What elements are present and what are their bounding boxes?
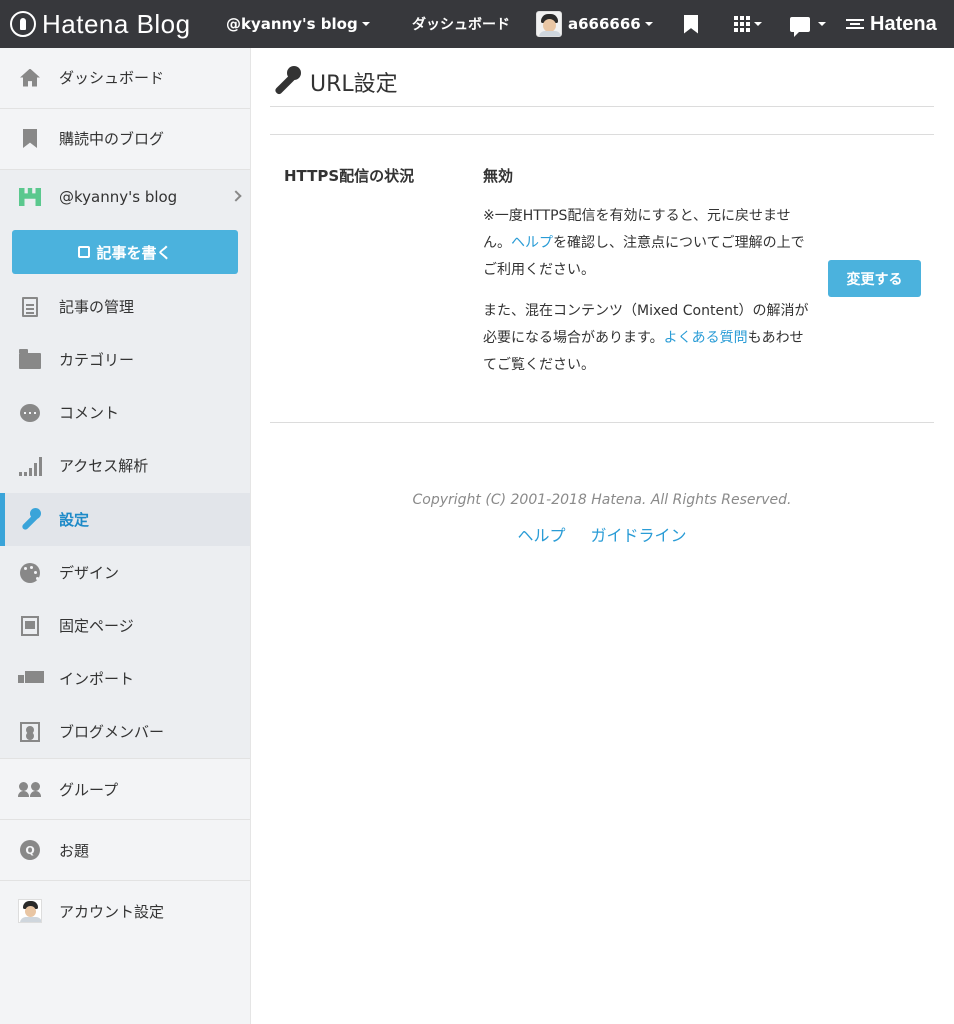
faq-link[interactable]: よくある質問 bbox=[664, 330, 748, 346]
top-navigation-bar: Hatena Blog @kyanny's blog ダッシュボード a6666… bbox=[0, 0, 954, 48]
caret-down-icon bbox=[644, 22, 653, 26]
grid-icon bbox=[734, 16, 750, 32]
comment-icon bbox=[20, 403, 40, 422]
footer-guideline-link[interactable]: ガイドライン bbox=[591, 526, 687, 545]
blog-selector-label: @kyanny's blog bbox=[226, 15, 358, 33]
sidebar-item-blog[interactable]: @kyanny's blog bbox=[0, 170, 250, 224]
active-indicator bbox=[0, 493, 5, 546]
group-icon bbox=[18, 782, 42, 797]
sidebar-item-label: ダッシュボード bbox=[59, 69, 165, 87]
hatena-blog-logo[interactable]: Hatena Blog bbox=[10, 9, 191, 40]
user-avatar bbox=[536, 11, 562, 37]
bookmark-button[interactable] bbox=[684, 0, 698, 48]
folder-icon bbox=[19, 349, 41, 369]
member-card-icon bbox=[20, 721, 40, 742]
blog-selector[interactable]: @kyanny's blog bbox=[226, 0, 370, 48]
hatena-label: Hatena bbox=[870, 12, 937, 35]
sidebar-item-label: 記事の管理 bbox=[59, 298, 135, 316]
sidebar-item-label: @kyanny's blog bbox=[59, 188, 178, 206]
sidebar-item-blog-members[interactable]: ブログメンバー bbox=[0, 705, 250, 758]
sidebar-item-account-settings[interactable]: アカウント設定 bbox=[0, 881, 250, 941]
divider bbox=[270, 134, 934, 135]
hatena-pen-icon bbox=[10, 11, 36, 37]
copyright: Copyright (C) 2001-2018 Hatena. All Righ… bbox=[412, 492, 792, 508]
palette-icon bbox=[20, 562, 40, 583]
sidebar-item-label: カテゴリー bbox=[59, 351, 135, 369]
sidebar-item-settings[interactable]: 設定 bbox=[0, 493, 250, 546]
caret-down-icon bbox=[818, 22, 826, 26]
footer-links: ヘルプ ガイドライン bbox=[270, 522, 934, 546]
username: a666666 bbox=[568, 15, 641, 33]
sidebar-item-label: 固定ページ bbox=[59, 617, 134, 635]
sidebar-item-label: コメント bbox=[59, 404, 120, 422]
dashboard-link[interactable]: ダッシュボード bbox=[412, 0, 510, 48]
sidebar-item-import[interactable]: インポート bbox=[0, 652, 250, 705]
user-menu[interactable]: a666666 bbox=[536, 0, 653, 48]
sidebar-item-groups[interactable]: グループ bbox=[0, 759, 250, 819]
question-bubble-icon: Q bbox=[20, 840, 40, 860]
chevron-right-icon bbox=[230, 190, 242, 202]
caret-down-icon bbox=[754, 22, 762, 26]
https-status-value: 無効 bbox=[483, 167, 514, 185]
hatena-wing-icon bbox=[846, 19, 864, 29]
wrench-icon bbox=[272, 66, 302, 97]
notifications-button[interactable] bbox=[790, 0, 826, 48]
sidebar-item-label: 設定 bbox=[59, 511, 90, 529]
sidebar-item-label: アクセス解析 bbox=[59, 457, 149, 475]
account-avatar bbox=[18, 899, 42, 923]
sidebar-item-comments[interactable]: コメント bbox=[0, 386, 250, 439]
help-link[interactable]: ヘルプ bbox=[511, 235, 553, 251]
document-icon bbox=[22, 296, 38, 317]
mixed-content-text: また、混在コンテンツ（Mixed Content）の解消が必要になる場合がありま… bbox=[483, 298, 813, 379]
sidebar-item-label: アカウント設定 bbox=[59, 902, 165, 921]
write-article-button[interactable]: 記事を書く bbox=[12, 230, 238, 274]
sidebar-item-dashboard[interactable]: ダッシュボード bbox=[0, 48, 250, 107]
home-icon bbox=[20, 68, 40, 87]
sidebar-item-label: ブログメンバー bbox=[59, 723, 165, 741]
pages-icon bbox=[21, 615, 39, 636]
caret-down-icon bbox=[361, 22, 370, 26]
sidebar-item-analytics[interactable]: アクセス解析 bbox=[0, 439, 250, 492]
sidebar: ダッシュボード 購読中のブログ @kyanny's blog 記事を書く 記事の… bbox=[0, 48, 251, 1024]
https-status-label: HTTPS配信の状況 bbox=[284, 167, 415, 185]
bookmark-icon bbox=[684, 14, 698, 34]
page-title: URL設定 bbox=[272, 66, 398, 98]
wrench-icon bbox=[19, 507, 41, 531]
sidebar-item-label: 購読中のブログ bbox=[59, 130, 165, 148]
sidebar-item-static-pages[interactable]: 固定ページ bbox=[0, 599, 250, 652]
hatena-link[interactable]: Hatena bbox=[846, 0, 937, 48]
sidebar-item-label: インポート bbox=[59, 670, 135, 688]
sidebar-item-label: グループ bbox=[59, 780, 119, 799]
sidebar-item-design[interactable]: デザイン bbox=[0, 546, 250, 599]
https-warning-text: ※一度HTTPS配信を有効にすると、元に戻せません。ヘルプを確認し、注意点につい… bbox=[483, 203, 813, 284]
truck-icon bbox=[18, 670, 44, 687]
divider bbox=[270, 106, 934, 107]
page-title-text: URL設定 bbox=[310, 72, 398, 97]
write-article-label: 記事を書く bbox=[96, 243, 172, 262]
edit-icon bbox=[78, 246, 91, 258]
footer-help-link[interactable]: ヘルプ bbox=[517, 526, 565, 545]
sidebar-item-categories[interactable]: カテゴリー bbox=[0, 333, 250, 386]
divider bbox=[270, 422, 934, 423]
change-button[interactable]: 変更する bbox=[828, 260, 921, 297]
speech-bubble-icon bbox=[790, 16, 810, 37]
sidebar-item-label: デザイン bbox=[59, 564, 120, 582]
sidebar-item-label: お題 bbox=[59, 841, 90, 860]
sidebar-item-subscriptions[interactable]: 購読中のブログ bbox=[0, 109, 250, 168]
sidebar-item-articles[interactable]: 記事の管理 bbox=[0, 280, 250, 333]
apps-menu-button[interactable] bbox=[734, 0, 762, 48]
signal-bars-icon bbox=[18, 456, 42, 476]
bookmark-icon bbox=[23, 129, 37, 148]
sidebar-item-topics[interactable]: Q お題 bbox=[0, 820, 250, 880]
logo-text: Hatena Blog bbox=[42, 8, 191, 39]
blog-icon bbox=[19, 188, 41, 206]
